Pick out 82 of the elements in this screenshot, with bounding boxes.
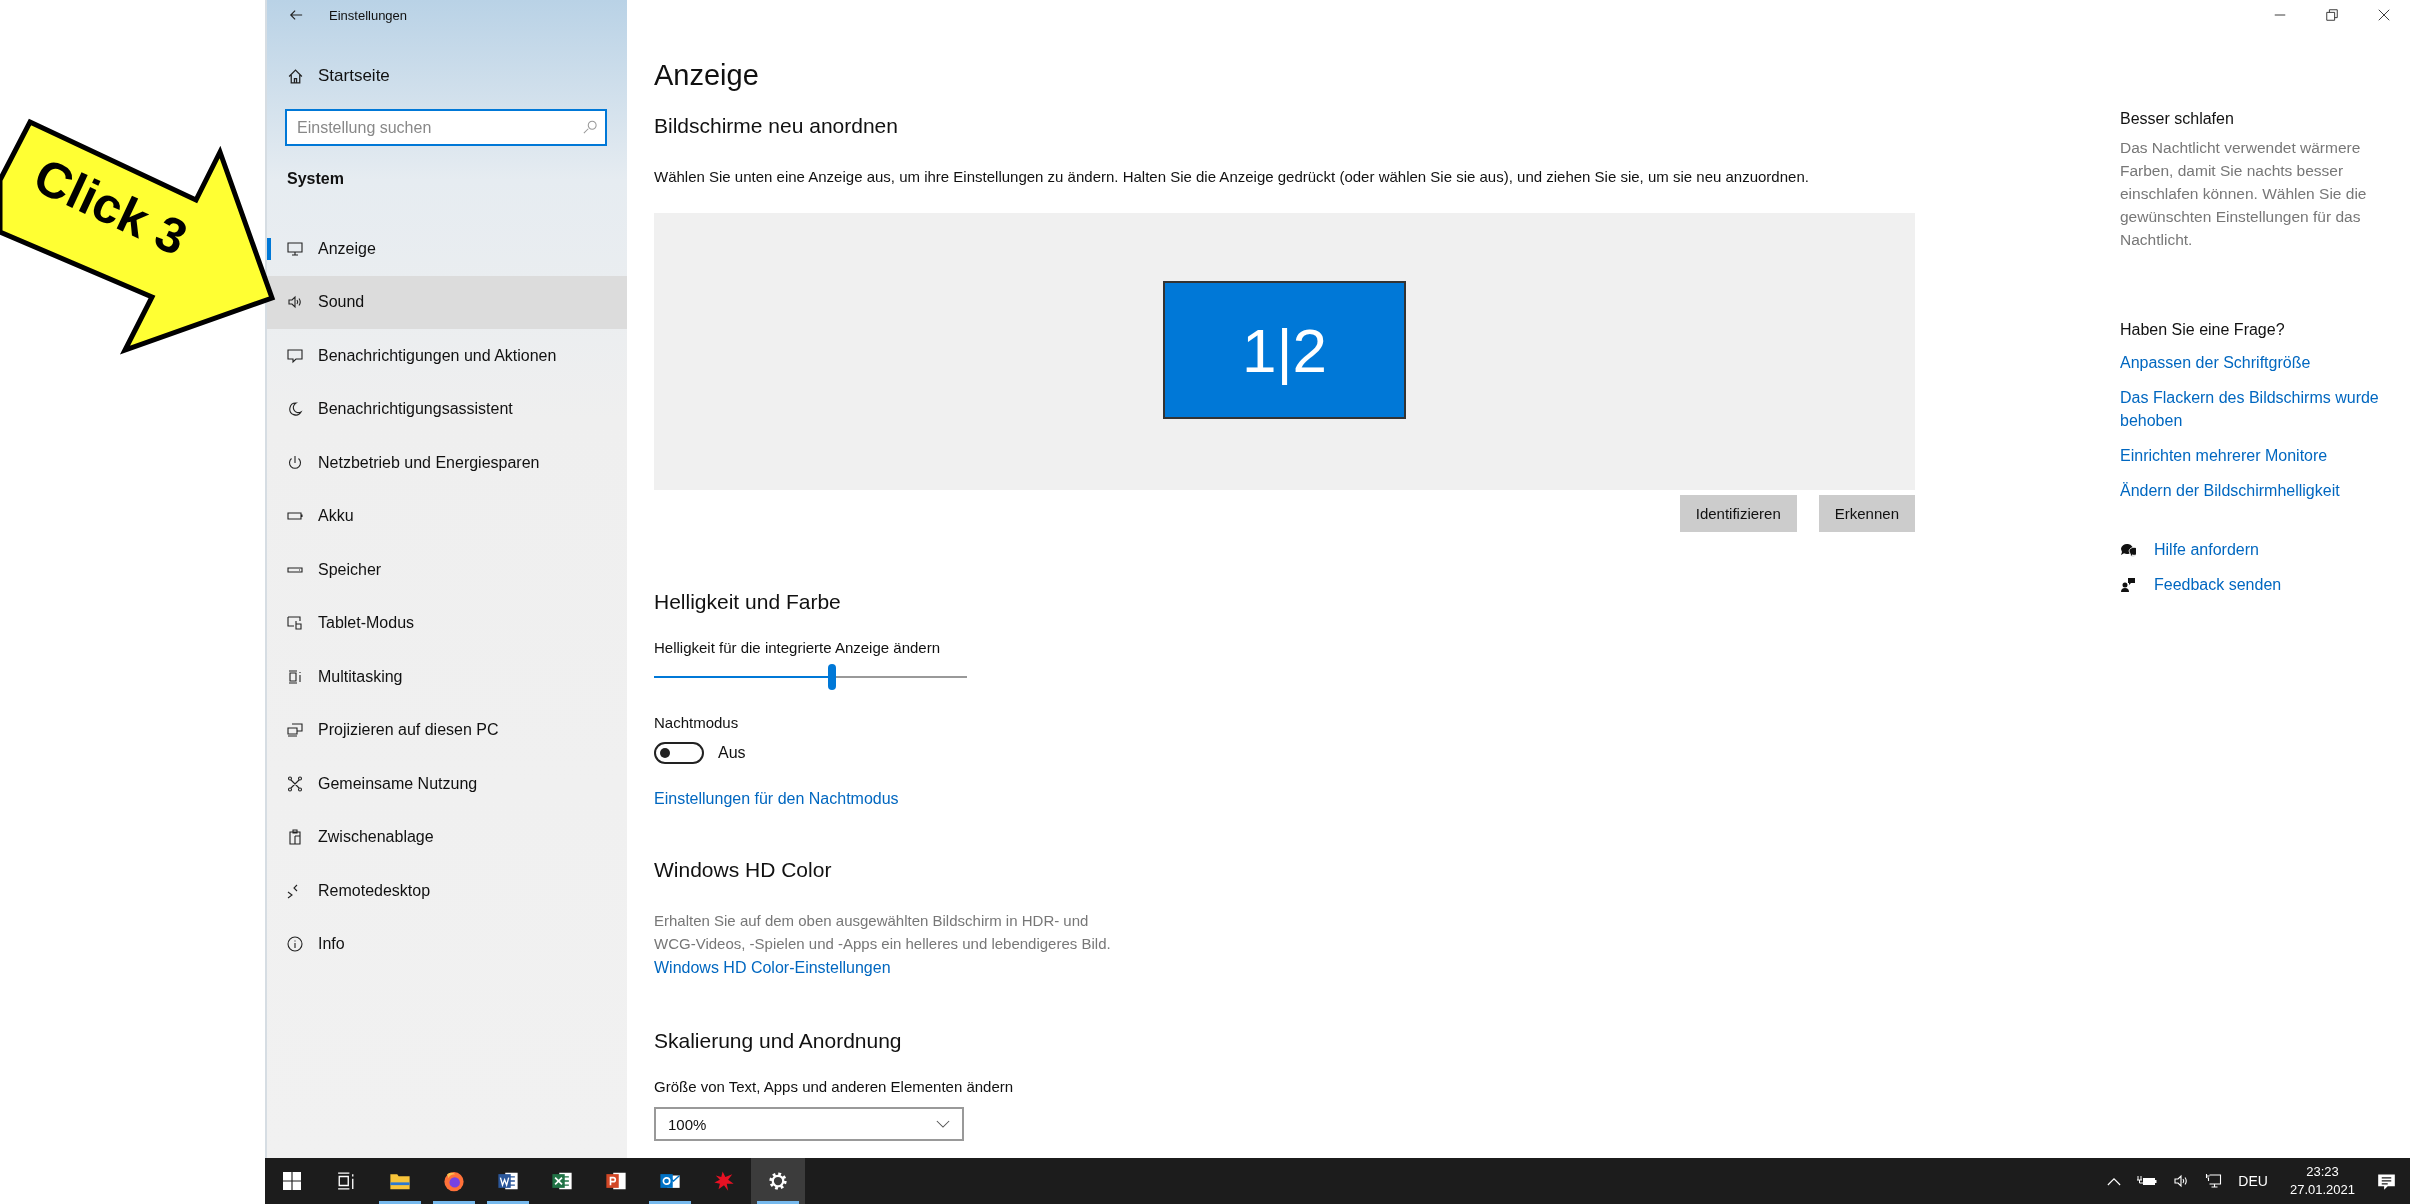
fox-globe-icon: [443, 1170, 465, 1192]
hd-color-settings-link[interactable]: Windows HD Color-Einstellungen: [654, 959, 891, 977]
sidebar-item[interactable]: Info: [267, 917, 627, 971]
home-icon: [287, 67, 304, 85]
sidebar-item[interactable]: Remotedesktop: [267, 864, 627, 918]
close-icon: [2377, 8, 2391, 22]
input-language[interactable]: DEU: [2238, 1173, 2268, 1189]
toggle-state-text: Aus: [718, 744, 746, 762]
help-link[interactable]: Anpassen der Schriftgröße: [2120, 351, 2410, 374]
search-icon: [583, 120, 597, 134]
night-mode-toggle[interactable]: [654, 742, 704, 764]
projection-icon: [287, 722, 303, 739]
windows-logo-icon: [283, 1172, 301, 1190]
section-heading: Helligkeit und Farbe: [654, 590, 842, 614]
sidebar-item[interactable]: Akku: [267, 489, 627, 543]
dropdown-label: Größe von Text, Apps und anderen Elementen ändern: [654, 1078, 1015, 1095]
clipboard-icon: [287, 829, 303, 846]
help-link[interactable]: Ändern der Bildschirmhelligkeit: [2120, 479, 2410, 502]
notification-icon[interactable]: [2377, 1171, 2396, 1191]
help-link[interactable]: Das Flackern des Bildschirms wurde behoben: [2120, 386, 2410, 432]
description-text: Erhalten Sie auf dem oben ausgewählten Bildschirm in HDR- und WCG-Videos, -Spielen und -Apps ein helleres und lebendigeres Bild.: [654, 911, 1112, 954]
tablet-icon: [287, 615, 303, 632]
speech-bubble-icon: [287, 347, 303, 364]
multitasking-icon: [287, 668, 303, 685]
spreadsheet-app-icon: [551, 1170, 573, 1192]
section-heading: System: [286, 169, 345, 189]
chevron-up-icon[interactable]: [2107, 1176, 2122, 1186]
feedback-icon: [2120, 576, 2136, 593]
section-heading: Bildschirme neu anordnen: [654, 114, 899, 138]
aside-heading: Besser schlafen: [2120, 110, 2235, 128]
clock[interactable]: 23:23 27.01.2021: [2289, 1163, 2355, 1199]
help-link[interactable]: Einrichten mehrerer Monitore: [2120, 444, 2410, 467]
monitor-tile[interactable]: 1|2: [1163, 281, 1406, 419]
callout-label: Click 3: [25, 146, 196, 268]
sidebar-item[interactable]: Sound: [267, 275, 627, 329]
sidebar-item[interactable]: Projizieren auf diesen PC: [267, 703, 627, 757]
document-app-icon: [497, 1170, 519, 1192]
battery-charging-icon[interactable]: [2137, 1175, 2158, 1187]
description-text: Wählen Sie unten eine Anzeige aus, um ihre Einstellungen zu ändern. Halten Sie die Anzeige gedrückt (oder wählen Sie sie aus), und ziehen Sie sie, um sie neu anzuordnen.: [654, 168, 1810, 185]
sidebar-item[interactable]: Benachrichtigungen und Aktionen: [267, 329, 627, 383]
identify-button[interactable]: Identifizieren: [1679, 495, 1797, 532]
presentation-app-icon: [605, 1170, 627, 1192]
sidebar-item[interactable]: Multitasking: [267, 650, 627, 704]
sidebar-item[interactable]: Zwischenablage: [267, 810, 627, 864]
aside-text: Das Nachtlicht verwendet wärmere Farben, damit Sie nachts besser einschlafen können. Wählen Sie die gewünschten Einstellungen für das Nachtlicht.: [2120, 138, 2368, 250]
chat-question-icon: [2120, 541, 2136, 558]
chevron-down-icon: [936, 1119, 950, 1129]
restore-icon: [2325, 8, 2339, 22]
detect-button[interactable]: Erkennen: [1818, 495, 1915, 532]
page-title: Anzeige: [654, 59, 760, 92]
slider-label: Helligkeit für die integrierte Anzeige ändern: [654, 639, 941, 656]
info-icon: [287, 936, 303, 953]
monitor-icon: [287, 240, 303, 257]
sidebar-item[interactable]: Gemeinsame Nutzung: [267, 757, 627, 811]
speaker-icon[interactable]: [2173, 1173, 2190, 1189]
splash-app-icon: [713, 1170, 735, 1192]
sidebar-item[interactable]: Benachrichtigungsassistent: [267, 382, 627, 436]
task-view-icon: [337, 1172, 355, 1190]
moon-icon: [287, 401, 303, 418]
slider-thumb[interactable]: [828, 664, 837, 690]
share-icon: [287, 775, 303, 792]
night-mode-settings-link[interactable]: Einstellungen für den Nachtmodus: [654, 790, 899, 808]
scaling-dropdown[interactable]: 100%: [654, 1107, 964, 1141]
taskbar-button[interactable]: [751, 1158, 805, 1204]
settings-icon: [768, 1171, 788, 1191]
aside-heading: Haben Sie eine Frage?: [2120, 321, 2286, 339]
sidebar-item[interactable]: Netzbetrieb und Energiesparen: [267, 436, 627, 490]
sidebar-item[interactable]: Tablet-Modus: [267, 596, 627, 650]
power-icon: [287, 454, 303, 471]
window-title: Einstellungen: [329, 7, 408, 23]
sidebar-item[interactable]: Anzeige: [267, 222, 627, 276]
sidebar-item[interactable]: Speicher: [267, 543, 627, 597]
search-field[interactable]: Einstellung suchen: [285, 109, 607, 146]
speaker-icon: [287, 294, 303, 311]
home-link[interactable]: Startseite: [267, 30, 627, 91]
help-link[interactable]: Hilfe anfordern: [2154, 538, 2259, 561]
section-heading: Skalierung und Anordnung: [654, 1029, 903, 1053]
network-icon[interactable]: [2205, 1173, 2223, 1189]
toggle-label: Nachtmodus: [654, 714, 740, 731]
section-heading: Windows HD Color: [654, 858, 833, 882]
brightness-slider[interactable]: [654, 664, 967, 690]
help-link[interactable]: Feedback senden: [2154, 573, 2282, 596]
